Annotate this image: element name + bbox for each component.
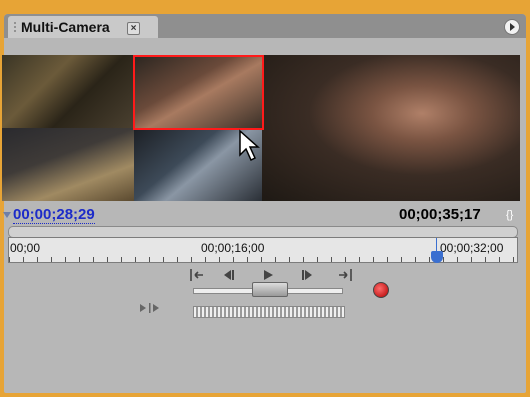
tab-label: Multi-Camera bbox=[21, 19, 110, 35]
step-forward-icon[interactable] bbox=[297, 266, 319, 284]
ruler-label-mid: 00;00;16;00 bbox=[201, 241, 265, 255]
camera-3-preview[interactable] bbox=[2, 128, 134, 201]
playhead-handle[interactable] bbox=[431, 251, 443, 263]
drag-grip-icon[interactable] bbox=[13, 21, 17, 33]
current-timecode[interactable]: 00;00;28;29 bbox=[13, 206, 95, 224]
close-tab-button[interactable]: × bbox=[127, 22, 140, 35]
ruler-label-end: 00;00;32;00 bbox=[440, 241, 504, 255]
panel-tab-bar: Multi-Camera × bbox=[4, 14, 526, 38]
go-to-in-point-icon[interactable] bbox=[186, 266, 208, 284]
timecode-braces-icon: {} bbox=[506, 209, 514, 221]
time-ruler[interactable]: 00;00 00;00;16;00 00;00;32;00 bbox=[8, 237, 518, 263]
timecode-dropdown-icon[interactable] bbox=[3, 212, 11, 218]
duration-timecode: 00;00;35;17 bbox=[399, 206, 481, 223]
trim-edit-icon[interactable] bbox=[138, 301, 164, 315]
tab-multi-camera[interactable]: Multi-Camera × bbox=[8, 16, 158, 38]
mouse-pointer-icon bbox=[239, 129, 260, 162]
camera-monitor-area bbox=[2, 55, 520, 201]
camera-2-preview[interactable] bbox=[134, 55, 262, 128]
shuttle-slider[interactable] bbox=[252, 282, 288, 297]
record-button[interactable] bbox=[373, 282, 389, 298]
step-back-icon[interactable] bbox=[217, 266, 239, 284]
jog-wheel[interactable] bbox=[193, 306, 345, 318]
panel-menu-button[interactable] bbox=[504, 19, 520, 35]
playhead-line bbox=[436, 238, 437, 252]
program-monitor bbox=[262, 55, 520, 201]
camera-1-preview[interactable] bbox=[2, 55, 134, 128]
go-to-out-point-icon[interactable] bbox=[334, 266, 356, 284]
ruler-label-start: 00;00 bbox=[10, 241, 41, 255]
